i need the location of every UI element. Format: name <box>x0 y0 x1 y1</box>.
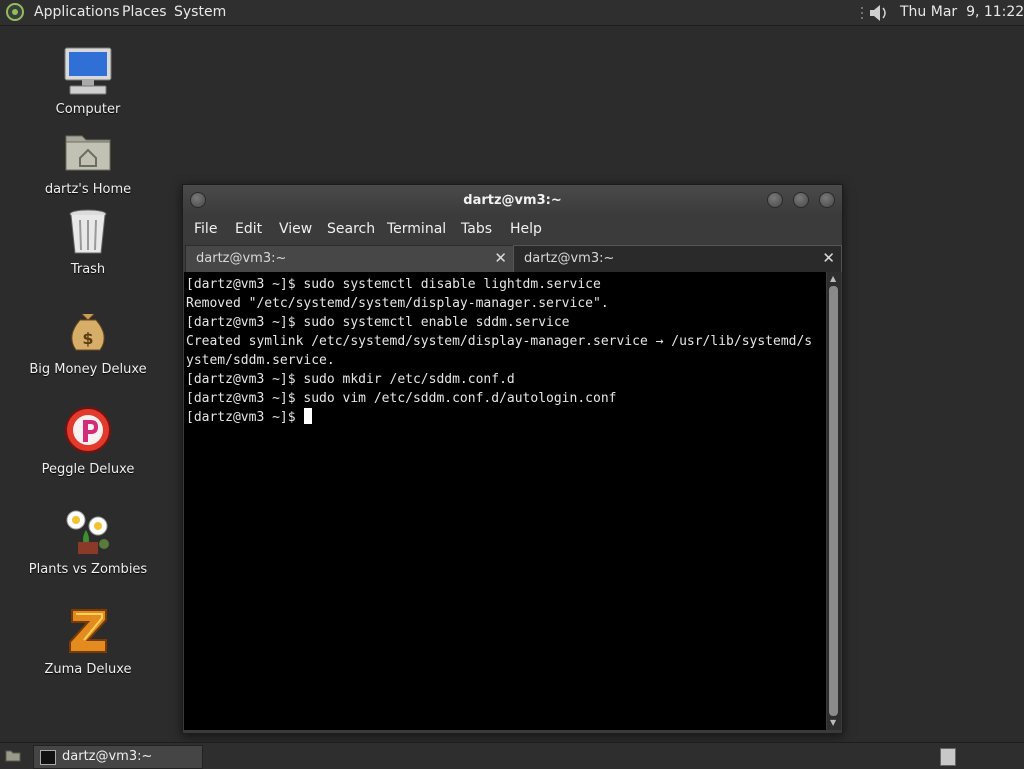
taskbar-item-label: dartz@vm3:~ <box>62 749 153 764</box>
menu-search[interactable]: Search <box>327 221 375 237</box>
minimize-button[interactable] <box>767 192 783 208</box>
desktop-icon-label: Zuma Deluxe <box>44 662 132 677</box>
tab-close-icon[interactable]: ✕ <box>494 249 507 267</box>
text-cursor <box>304 408 313 424</box>
tab-2[interactable]: dartz@vm3:~ ✕ <box>513 245 842 272</box>
terminal-line: ystem/sddm.service. <box>186 353 335 368</box>
money-bag-icon: $ <box>71 313 105 351</box>
desktop-icon-label: Peggle Deluxe <box>41 462 135 477</box>
svg-text:$: $ <box>82 329 93 348</box>
desktop-icon-computer[interactable]: Computer <box>18 44 158 117</box>
terminal-output[interactable]: [dartz@vm3 ~]$ sudo systemctl disable li… <box>184 272 826 730</box>
system-menu[interactable]: System <box>174 4 226 20</box>
scroll-down-icon[interactable]: ▼ <box>830 718 836 727</box>
scroll-thumb[interactable] <box>829 286 838 716</box>
gnome-foot-icon[interactable] <box>6 3 24 21</box>
terminal-line: [dartz@vm3 ~]$ sudo vim /etc/sddm.conf.d… <box>186 391 617 406</box>
terminal-icon <box>40 750 56 765</box>
desktop-icon-label: Computer <box>55 102 121 117</box>
computer-icon <box>64 47 112 95</box>
desktop-icon-label: Trash <box>70 262 106 277</box>
desktop-icon-peggle[interactable]: Peggle Deluxe <box>18 404 158 477</box>
show-desktop-icon[interactable] <box>5 749 21 762</box>
tab-1[interactable]: dartz@vm3:~ ✕ <box>185 245 514 272</box>
tab-bar: dartz@vm3:~ ✕ dartz@vm3:~ ✕ <box>183 243 842 272</box>
terminal-prompt-line: [dartz@vm3 ~]$ <box>186 408 313 427</box>
scroll-up-icon[interactable]: ▲ <box>830 274 836 283</box>
desktop-icon-zuma[interactable]: Zuma Deluxe <box>18 604 158 677</box>
tab-label: dartz@vm3:~ <box>196 251 287 266</box>
menu-tabs[interactable]: Tabs <box>461 221 492 237</box>
terminal-line: [dartz@vm3 ~]$ sudo systemctl enable sdd… <box>186 315 570 330</box>
workspace-switcher[interactable] <box>940 748 956 766</box>
terminal-line: Created symlink /etc/systemd/system/disp… <box>186 334 813 349</box>
desktop-icon-trash[interactable]: Trash <box>18 204 158 277</box>
top-panel: Applications Places System Thu Mar 9, 11… <box>0 0 1024 26</box>
terminal-line: Removed "/etc/systemd/system/display-man… <box>186 296 609 311</box>
places-menu[interactable]: Places <box>122 4 167 20</box>
desktop-icon-label: dartz's Home <box>44 182 132 197</box>
tab-label: dartz@vm3:~ <box>524 251 615 266</box>
close-button[interactable] <box>819 192 835 208</box>
menu-edit[interactable]: Edit <box>235 221 262 237</box>
taskbar-item-terminal[interactable]: dartz@vm3:~ <box>33 745 203 769</box>
home-folder-icon <box>65 135 111 171</box>
desktop-icon-label: Big Money Deluxe <box>29 362 147 377</box>
peggle-icon <box>65 407 111 453</box>
terminal-scrollbar[interactable]: ▲ ▼ <box>827 272 841 730</box>
applications-menu[interactable]: Applications <box>34 4 120 20</box>
window-title: dartz@vm3:~ <box>463 193 562 208</box>
window-titlebar[interactable]: dartz@vm3:~ <box>183 185 842 215</box>
desktop-icon-plants-vs-zombies[interactable]: Plants vs Zombies <box>18 504 158 577</box>
menu-view[interactable]: View <box>279 221 312 237</box>
tab-close-icon[interactable]: ✕ <box>822 249 835 267</box>
terminal-line: [dartz@vm3 ~]$ sudo mkdir /etc/sddm.conf… <box>186 372 515 387</box>
clock[interactable]: Thu Mar 9, 11:22 AM <box>900 4 1024 20</box>
plants-icon <box>66 510 109 554</box>
terminal-menubar: File Edit View Search Terminal Tabs Help <box>183 215 842 243</box>
desktop-icon-big-money[interactable]: $ Big Money Deluxe <box>18 304 158 377</box>
speaker-icon[interactable] <box>858 3 892 23</box>
terminal-line: [dartz@vm3 ~]$ sudo systemctl disable li… <box>186 277 601 292</box>
menu-file[interactable]: File <box>194 221 217 237</box>
desktop-icon-home[interactable]: dartz's Home <box>18 124 158 197</box>
maximize-button[interactable] <box>793 192 809 208</box>
desktop-icon-label: Plants vs Zombies <box>28 562 148 577</box>
terminal-prompt: [dartz@vm3 ~]$ <box>186 410 304 425</box>
terminal-window[interactable]: dartz@vm3:~ File Edit View Search Termin… <box>182 184 843 734</box>
menu-terminal[interactable]: Terminal <box>387 221 446 237</box>
zuma-icon <box>69 609 107 653</box>
bottom-panel: dartz@vm3:~ <box>0 742 1024 769</box>
menu-help[interactable]: Help <box>510 221 542 237</box>
trash-icon <box>69 209 107 254</box>
